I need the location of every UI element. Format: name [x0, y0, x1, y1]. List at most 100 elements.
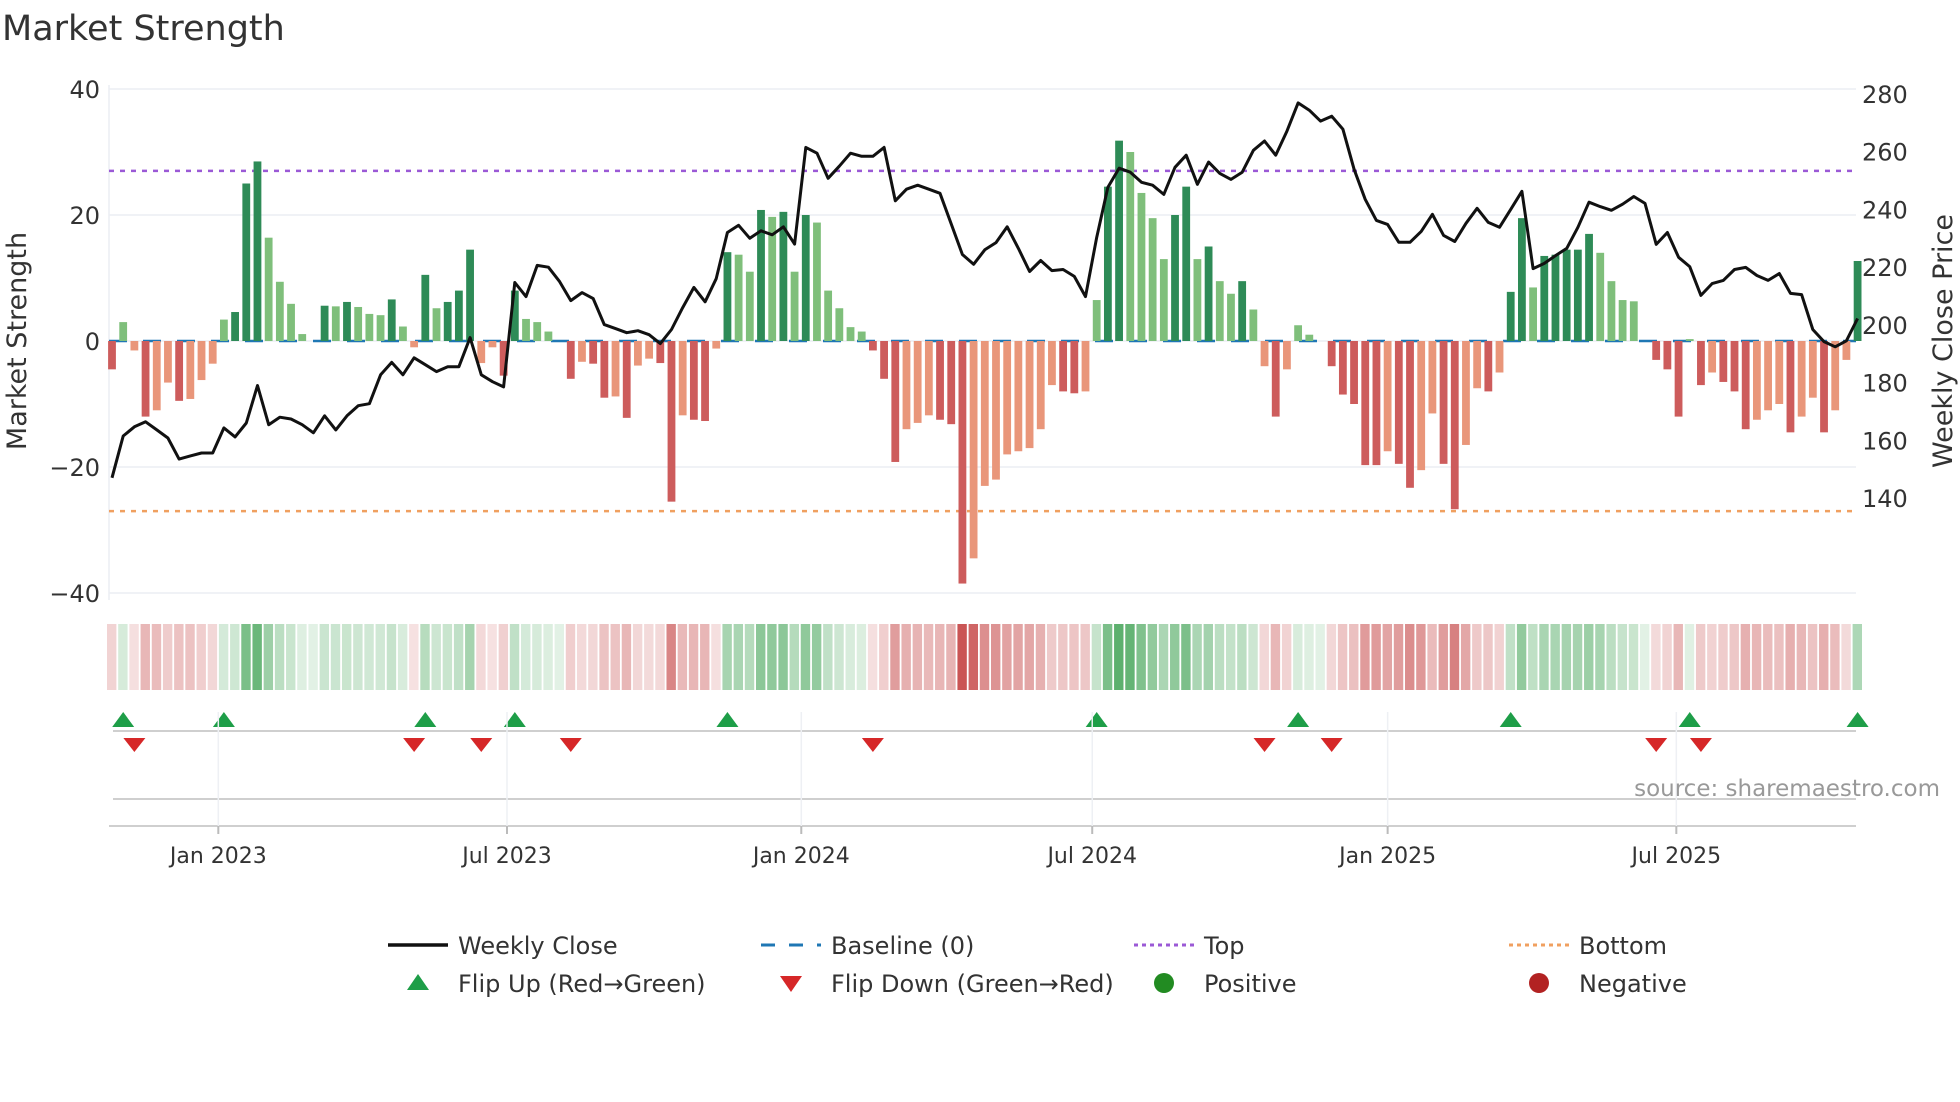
heat-cell	[912, 624, 923, 690]
strength-bar	[1573, 249, 1582, 341]
heat-cell	[845, 624, 855, 690]
right-tick-label: 200	[1862, 312, 1908, 340]
heat-cell	[588, 624, 598, 690]
heat-cell	[1606, 624, 1616, 690]
heat-cell	[1472, 624, 1482, 690]
strength-bar	[1439, 341, 1448, 464]
x-tick-label: Jan 2025	[1337, 844, 1436, 869]
strength-bar	[152, 341, 161, 411]
strength-bar	[824, 290, 833, 341]
strength-bar	[488, 341, 497, 348]
strength-bar	[1059, 341, 1068, 392]
heat-cell	[1214, 624, 1225, 690]
strength-bar	[1462, 341, 1470, 445]
heat-cell	[901, 624, 911, 690]
strength-bar	[1182, 186, 1191, 341]
heat-cell	[297, 624, 307, 690]
heat-cell	[1360, 624, 1370, 690]
right-tick-label: 140	[1862, 485, 1908, 513]
strength-bar	[1775, 341, 1784, 404]
strength-bar	[1820, 341, 1828, 433]
strength-bar	[1562, 249, 1571, 341]
strength-bar	[958, 341, 967, 584]
heat-cell	[1337, 624, 1348, 690]
strength-bar	[1025, 341, 1034, 449]
heat-cell	[218, 624, 229, 690]
heat-cell	[1382, 624, 1393, 690]
strength-bar	[1394, 341, 1403, 464]
heat-cell	[1192, 624, 1202, 690]
strength-bar	[1518, 218, 1526, 341]
strength-bar	[1338, 341, 1347, 395]
heat-cell	[1662, 624, 1672, 690]
strength-bar	[611, 341, 620, 397]
strength-bar	[1137, 192, 1146, 341]
legend-label: Top	[1203, 932, 1245, 960]
strength-bar	[1070, 341, 1079, 394]
strength-bar	[164, 341, 172, 383]
heat-cell	[1427, 624, 1437, 690]
flip-down-marker	[403, 738, 426, 752]
legend-label: Baseline (0)	[831, 932, 974, 960]
flip-down-marker	[1645, 738, 1668, 752]
strength-bar	[678, 341, 687, 416]
strength-bar	[1048, 341, 1056, 386]
heat-cell	[532, 624, 542, 690]
strength-bar	[1260, 341, 1269, 367]
heat-cell	[632, 624, 643, 690]
heat-cell	[409, 624, 419, 690]
heat-cell	[1438, 624, 1448, 690]
heat-cell	[856, 624, 867, 690]
heat-cell	[1460, 624, 1471, 690]
legend-label: Weekly Close	[458, 932, 618, 960]
heat-cell	[1158, 624, 1169, 690]
legend-label: Negative	[1579, 970, 1687, 998]
strength-bar	[880, 341, 888, 379]
heat-cell	[610, 624, 620, 690]
heat-cell	[1125, 624, 1135, 690]
strength-bar	[410, 341, 419, 348]
heat-cell	[140, 624, 150, 690]
heat-cell	[1058, 624, 1068, 690]
strength-bar	[1171, 215, 1179, 341]
strength-bar	[1730, 341, 1739, 392]
strength-bar	[969, 341, 978, 559]
heat-cell	[1203, 624, 1213, 690]
strength-bar	[835, 308, 844, 341]
legend-item: Flip Up (Red→Green)	[407, 970, 706, 998]
strength-bar	[1350, 341, 1358, 404]
strength-bar	[354, 306, 363, 341]
strength-bar	[689, 341, 698, 420]
heat-cell	[1136, 624, 1146, 690]
heat-cell	[655, 624, 665, 690]
strength-bar	[801, 215, 810, 341]
strength-bar	[1159, 259, 1168, 341]
heat-cell	[263, 624, 274, 690]
heat-cell	[241, 624, 251, 690]
heat-cell	[420, 624, 430, 690]
strength-bar	[723, 252, 732, 341]
strength-bar	[589, 341, 598, 364]
heat-cell	[700, 624, 710, 690]
strength-bar	[287, 303, 295, 341]
strength-bar	[1674, 341, 1683, 417]
heat-cell	[1639, 624, 1650, 690]
strength-bar	[1126, 152, 1135, 341]
strength-bar	[1629, 301, 1638, 341]
heat-cell	[353, 624, 363, 690]
heat-cell	[711, 624, 721, 690]
strength-bar	[1685, 339, 1694, 341]
heat-cell	[834, 624, 844, 690]
triangle-down-icon	[780, 976, 802, 992]
legend-label: Positive	[1204, 970, 1297, 998]
strength-bar	[1786, 341, 1795, 433]
flip-down-marker	[123, 738, 146, 752]
strength-bar	[1327, 341, 1336, 367]
strength-bar	[1831, 341, 1840, 411]
strength-bar	[790, 271, 799, 341]
strength-bar	[253, 161, 262, 341]
strength-bar	[1708, 341, 1717, 373]
heat-cell	[207, 624, 218, 690]
right-axis-ticks: 280 260 240 220 200 180 160 140	[1862, 81, 1908, 513]
flip-up-marker	[1499, 712, 1522, 727]
